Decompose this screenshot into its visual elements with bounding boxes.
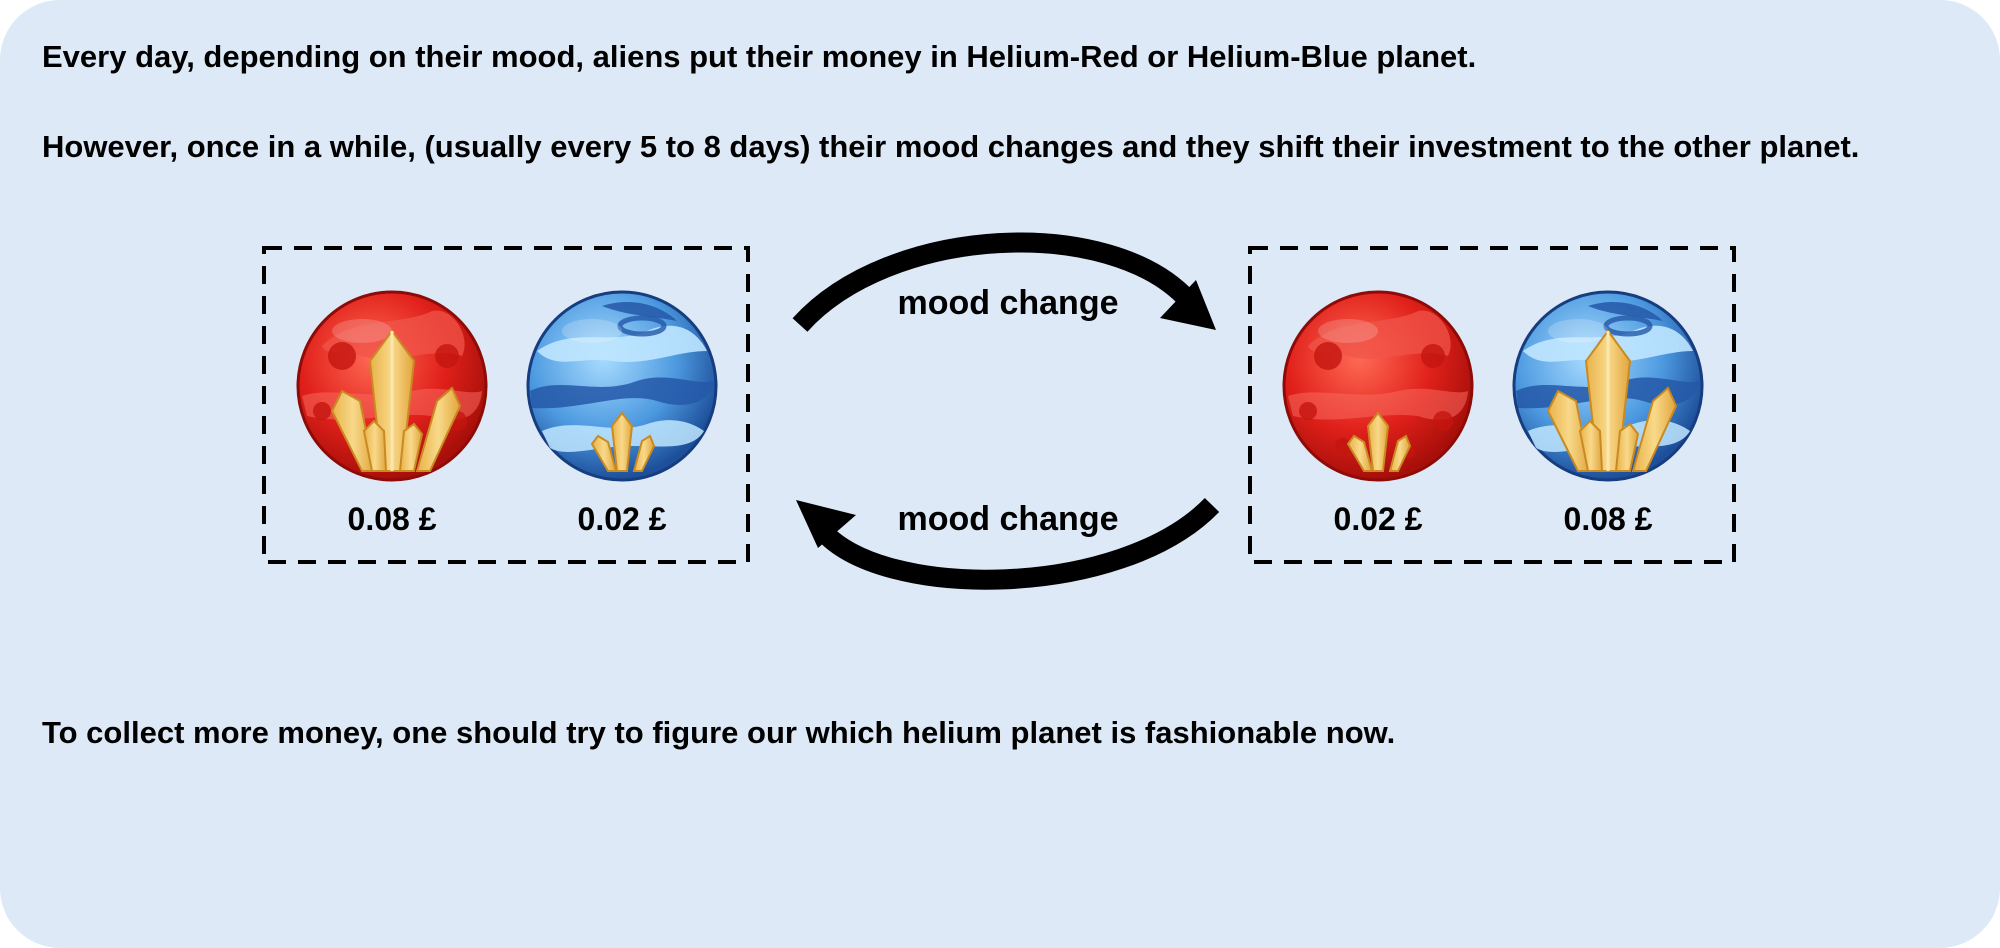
top-arrow-label: mood change: [897, 284, 1118, 322]
mood-change-diagram: 0.08 £ 0.02 £ 0.02 £ 0.08 £ mood change …: [262, 232, 1736, 590]
red-planet-icon: [296, 290, 488, 482]
blue-planet-icon: [528, 292, 716, 480]
red-planet-icon: [1282, 290, 1474, 482]
bottom-arrow-label: mood change: [897, 500, 1118, 538]
right-red-price: 0.02 £: [1334, 501, 1423, 537]
left-red-price: 0.08 £: [348, 501, 437, 537]
left-blue-price: 0.02 £: [578, 501, 667, 537]
right-blue-price: 0.08 £: [1564, 501, 1653, 537]
blue-planet-icon: [1514, 292, 1702, 480]
